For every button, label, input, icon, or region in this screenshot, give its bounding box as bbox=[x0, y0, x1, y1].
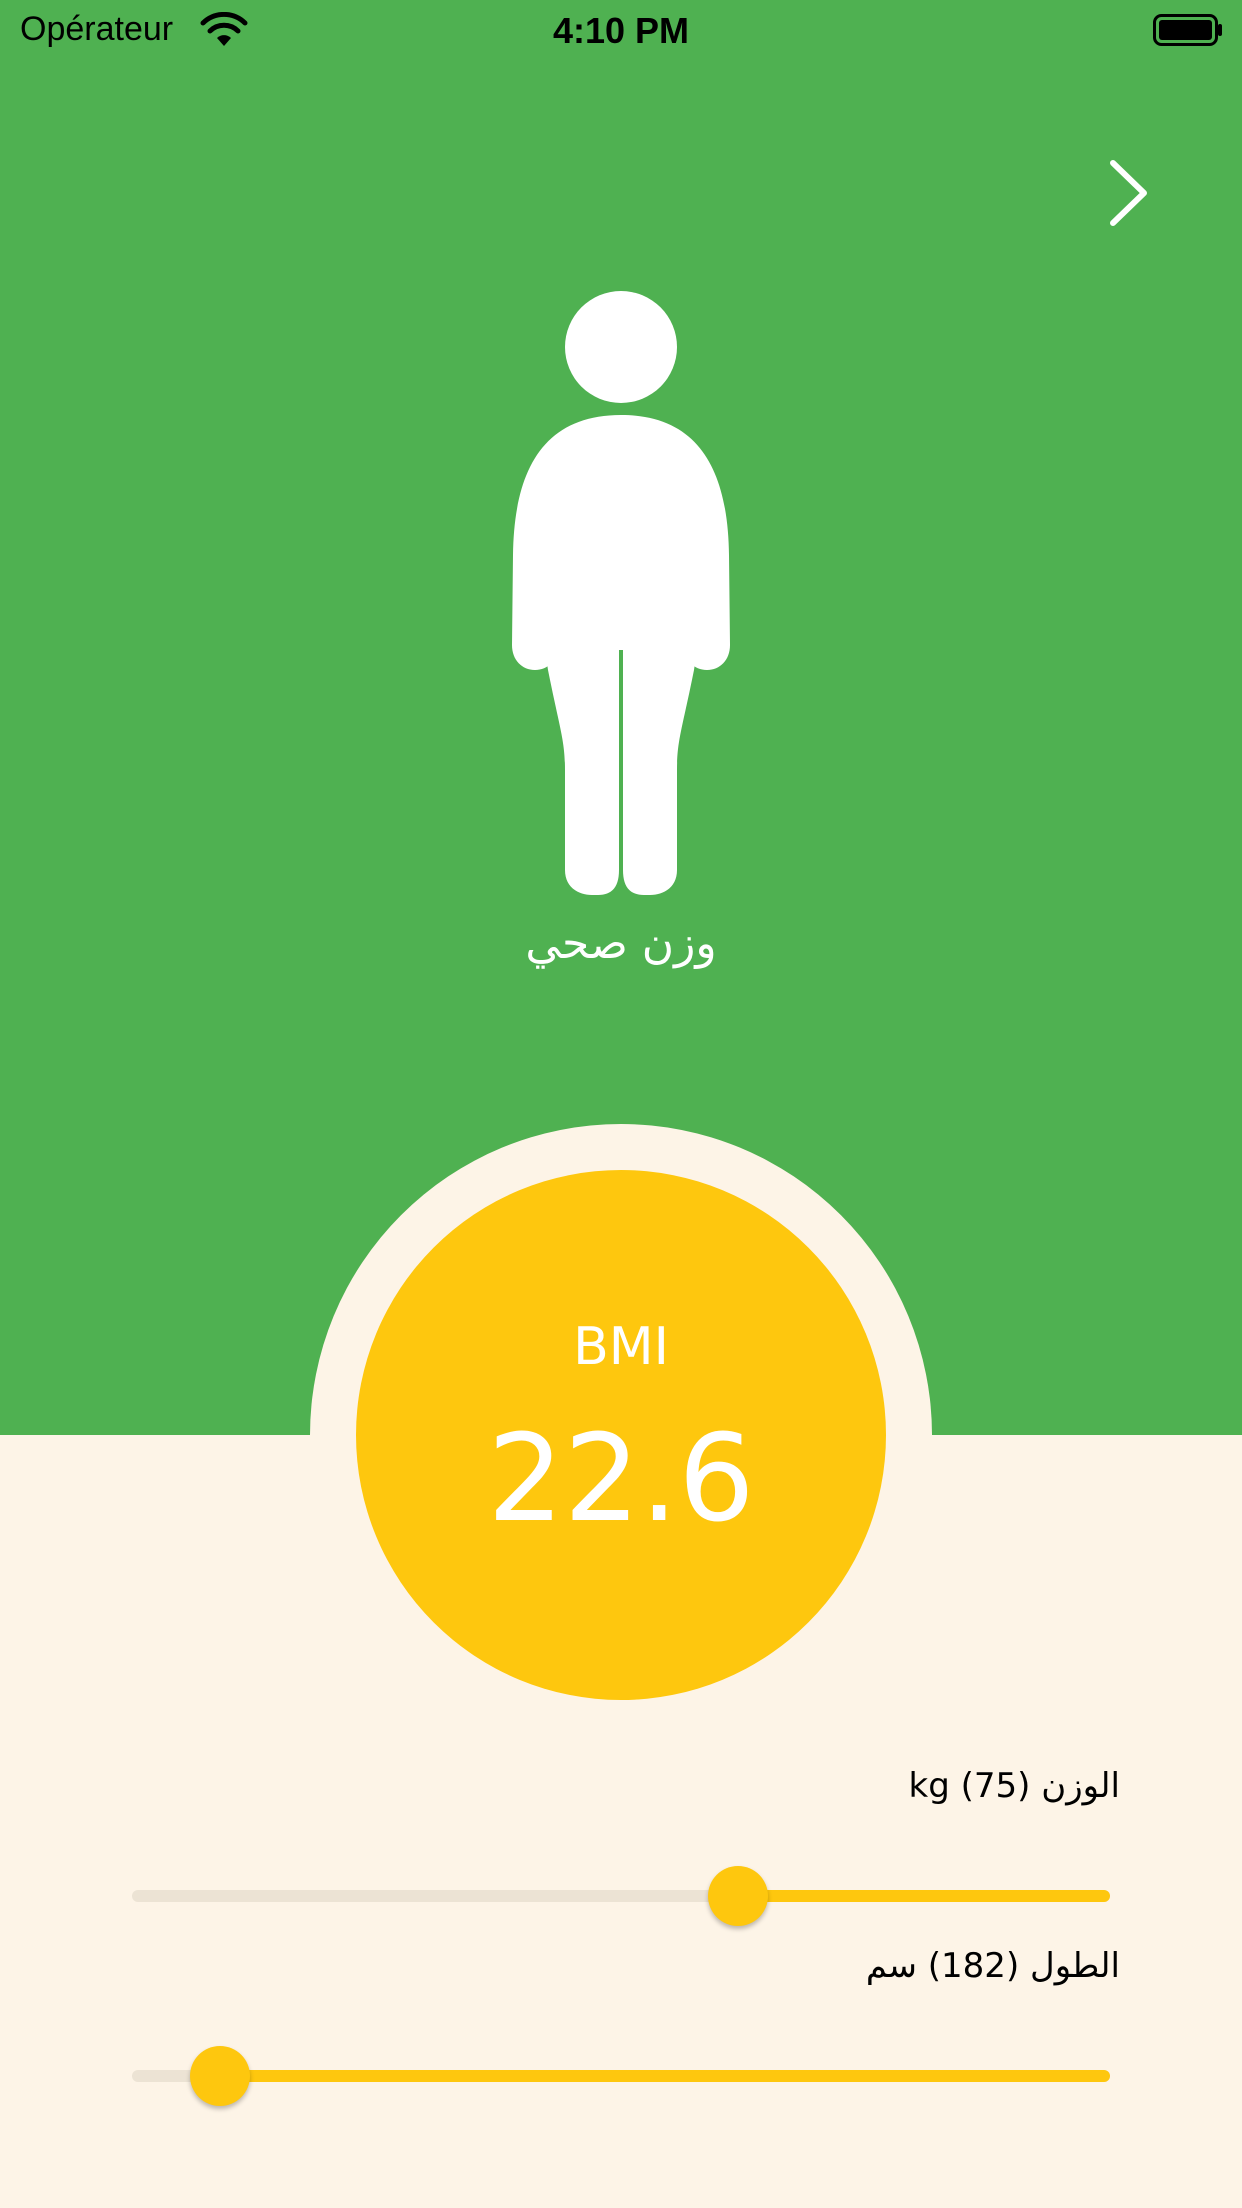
weight-slider[interactable] bbox=[132, 1866, 1110, 1926]
height-slider-thumb[interactable] bbox=[190, 2046, 251, 2106]
bmi-label: BMI bbox=[573, 1317, 669, 1377]
bmi-value: 22.6 bbox=[487, 1410, 755, 1549]
weight-track-fill bbox=[738, 1890, 1110, 1902]
weight-slider-thumb[interactable] bbox=[708, 1866, 769, 1926]
status-bar: Opérateur 4:10 PM bbox=[0, 0, 1242, 62]
bmi-result-circle: BMI 22.6 bbox=[356, 1170, 886, 1700]
height-slider[interactable] bbox=[132, 2046, 1110, 2106]
status-time: 4:10 PM bbox=[552, 10, 690, 51]
battery-icon bbox=[1153, 14, 1222, 46]
height-label: الطول (182) سم bbox=[865, 1946, 1120, 1986]
body-figure-icon bbox=[512, 291, 730, 895]
weight-label: الوزن (75) kg bbox=[908, 1766, 1120, 1806]
chevron-right-icon[interactable] bbox=[1100, 155, 1160, 230]
height-track-fill bbox=[220, 2070, 1110, 2082]
weight-category-label: وزن صحي bbox=[525, 918, 717, 969]
